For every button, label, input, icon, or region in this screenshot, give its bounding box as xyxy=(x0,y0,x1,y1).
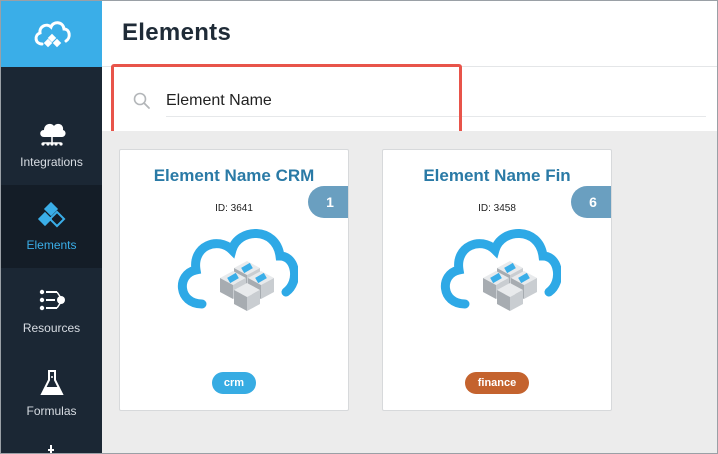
app-window: Integrations Elements Resources Formulas… xyxy=(0,0,718,454)
card-title: Element Name CRM xyxy=(153,166,315,185)
card-title: Element Name Fin xyxy=(423,166,571,185)
sidebar-item-label: Integrations xyxy=(20,154,83,169)
element-card[interactable]: Element Name Fin ID: 3458 6 finance xyxy=(382,149,612,411)
search-icon xyxy=(132,91,152,111)
sidebar-item-label: Resources xyxy=(22,320,81,335)
instance-count-badge: 1 xyxy=(308,186,348,218)
cloud-elements-logo-icon xyxy=(440,229,561,311)
cloud-logo-icon xyxy=(34,21,71,48)
sidebar: Integrations Elements Resources Formulas xyxy=(1,1,102,453)
search-bar xyxy=(102,67,717,131)
sidebar-item-label: Elements xyxy=(26,237,77,252)
cloud-elements-logo-icon xyxy=(177,229,298,311)
cloud-network-icon xyxy=(36,119,68,149)
flask-icon xyxy=(36,368,68,398)
sidebar-item-label: Formulas xyxy=(26,403,77,418)
resources-icon xyxy=(36,285,68,315)
page-header: Elements xyxy=(102,1,717,67)
sidebar-item-resources[interactable]: Resources xyxy=(1,268,102,351)
sidebar-item-integrations[interactable]: Integrations xyxy=(1,102,102,185)
category-tag: finance xyxy=(465,372,529,394)
instance-count-badge: 6 xyxy=(571,186,611,218)
search-input[interactable] xyxy=(166,85,706,117)
page-title: Elements xyxy=(122,19,232,46)
app-logo[interactable] xyxy=(1,1,102,67)
elements-grid: Element Name CRM ID: 3641 1 crm Element … xyxy=(102,131,717,453)
sidebar-more-icon[interactable] xyxy=(47,441,55,453)
elements-cubes-icon xyxy=(36,201,68,232)
sidebar-item-elements[interactable]: Elements xyxy=(1,185,102,268)
category-tag: crm xyxy=(212,372,256,394)
sidebar-item-formulas[interactable]: Formulas xyxy=(1,351,102,434)
element-card[interactable]: Element Name CRM ID: 3641 1 crm xyxy=(119,149,349,411)
